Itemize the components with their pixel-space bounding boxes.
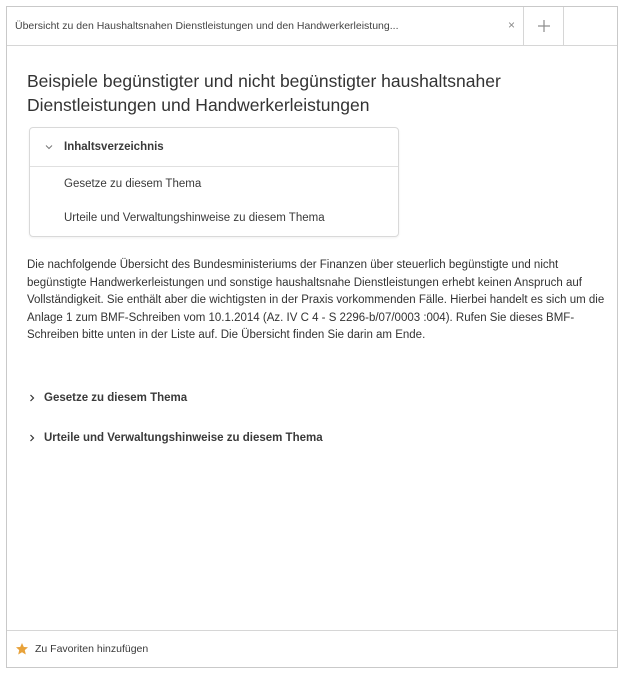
star-icon (16, 643, 28, 655)
intro-paragraph: Die nachfolgende Übersicht des Bundesmin… (27, 259, 605, 341)
chevron-right-icon (30, 394, 35, 402)
tab-active[interactable]: Übersicht zu den Haushaltsnahen Dienstle… (7, 7, 524, 45)
section-gesetze[interactable]: Gesetze zu diesem Thema (27, 392, 187, 404)
content-area: Beispiele begünstigter und nicht begünst… (7, 46, 617, 631)
toc-item-urteile[interactable]: Urteile und Verwaltungshinweise zu diese… (30, 201, 398, 235)
close-icon[interactable]: × (508, 18, 515, 32)
toc-item-gesetze[interactable]: Gesetze zu diesem Thema (30, 167, 398, 201)
table-of-contents: Inhaltsverzeichnis Gesetze zu diesem The… (29, 127, 399, 237)
plus-icon (538, 20, 550, 32)
footer-bar: Zu Favoriten hinzufügen (7, 630, 617, 667)
chevron-down-icon (45, 145, 53, 150)
toc-header-label: Inhaltsverzeichnis (64, 141, 164, 153)
section-urteile[interactable]: Urteile und Verwaltungshinweise zu diese… (27, 432, 323, 444)
page-title: Beispiele begünstigter und nicht begünst… (27, 71, 501, 115)
tab-bar: Übersicht zu den Haushaltsnahen Dienstle… (7, 7, 617, 46)
toc-header[interactable]: Inhaltsverzeichnis (30, 128, 398, 167)
add-to-favorites-button[interactable]: Zu Favoriten hinzufügen (15, 642, 148, 656)
section-label: Urteile und Verwaltungshinweise zu diese… (44, 432, 323, 444)
app-window: Übersicht zu den Haushaltsnahen Dienstle… (6, 6, 618, 668)
tab-title: Übersicht zu den Haushaltsnahen Dienstle… (15, 20, 399, 32)
new-tab-button[interactable] (525, 7, 564, 45)
chevron-right-icon (30, 434, 35, 442)
favorites-label: Zu Favoriten hinzufügen (35, 643, 149, 655)
section-label: Gesetze zu diesem Thema (44, 392, 188, 404)
